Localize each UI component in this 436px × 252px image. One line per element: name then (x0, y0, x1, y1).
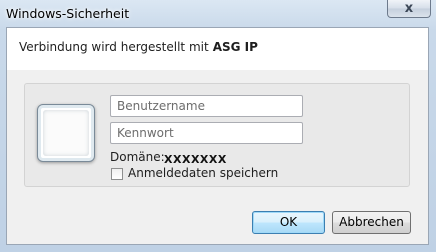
connecting-label: Verbindung wird hergestellt mit ASG IP (19, 40, 258, 54)
cancel-button[interactable]: Abbrechen (332, 211, 411, 234)
username-field[interactable] (110, 95, 303, 117)
security-dialog: Windows-Sicherheit x Verbindung wird her… (0, 0, 436, 252)
ok-button[interactable]: OK (252, 211, 325, 234)
title-bar[interactable]: Windows-Sicherheit x (0, 0, 436, 28)
close-icon: x (404, 1, 414, 16)
close-button[interactable]: x (387, 0, 431, 18)
credential-tile: Domäne: XXXXXXX Anmeldedaten speichern (24, 83, 410, 187)
domain-label: Domäne: (110, 150, 165, 164)
user-tile-picture (43, 110, 89, 156)
header-area: Verbindung wird hergestellt mit ASG IP (7, 28, 428, 70)
remember-label[interactable]: Anmeldedaten speichern (128, 166, 278, 180)
connecting-text: Verbindung wird hergestellt mit (19, 40, 209, 54)
remember-checkbox[interactable] (111, 168, 123, 180)
user-tile-icon (37, 104, 95, 162)
host-name: ASG IP (212, 40, 258, 54)
domain-value: XXXXXXX (164, 153, 227, 166)
dialog-content: Verbindung wird hergestellt mitASG IP Do… (6, 27, 429, 245)
password-field[interactable] (110, 122, 303, 144)
window-title: Windows-Sicherheit (6, 6, 130, 21)
